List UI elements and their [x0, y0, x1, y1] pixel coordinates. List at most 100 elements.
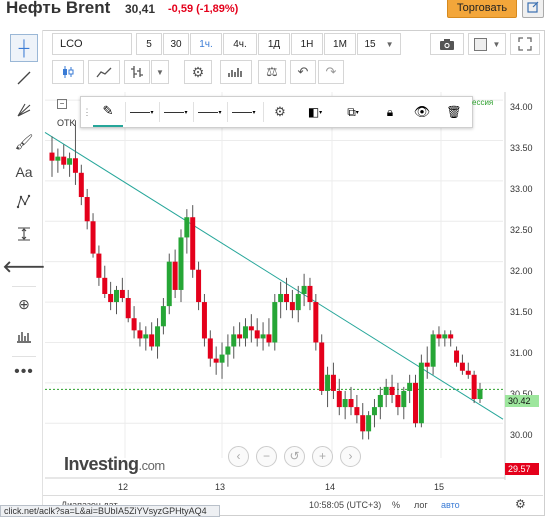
chart-type-dropdown[interactable]: ▼ [151, 60, 169, 84]
divider [159, 102, 160, 122]
crosshair-tool[interactable]: ┼ [10, 34, 38, 62]
line-width-dropdown[interactable]: ▾ [161, 97, 191, 127]
copy-icon: ⧉ [347, 104, 356, 119]
interval-dropdown[interactable]: 15 ▼ [357, 33, 401, 55]
interval-1d[interactable]: 1Д [258, 33, 290, 55]
redo-icon: ↷ [325, 64, 337, 79]
pattern-tool[interactable] [10, 188, 38, 216]
trendline-tool[interactable] [10, 64, 38, 92]
line-type-dropdown[interactable]: ▾ [195, 97, 225, 127]
indicators-icon [228, 68, 242, 77]
settings-button[interactable]: ⚙ [184, 60, 212, 84]
undo-button[interactable]: ↶ [290, 60, 316, 84]
pencil-button[interactable]: ✎ [93, 97, 123, 127]
zoom-tool[interactable]: ⊕ [10, 290, 38, 318]
undo-icon: ↶ [297, 64, 309, 79]
bars-button[interactable] [124, 60, 150, 84]
candles-button[interactable] [52, 60, 84, 84]
drawing-tools-sidebar: ┼ 🖌 Aa 🡐 ⊕ ••• [3, 30, 46, 514]
scroll-right-button[interactable]: › [340, 446, 361, 467]
symbol-input[interactable]: LCO [52, 33, 132, 55]
volume-tool[interactable] [10, 322, 38, 350]
chart-style-dropdown[interactable]: ▼ [468, 33, 506, 55]
legend-label: OTK [57, 118, 76, 128]
drag-handle-icon[interactable]: ⋮ [81, 97, 93, 127]
interval-4h[interactable]: 4ч. [223, 33, 257, 55]
line-style-icon [130, 111, 151, 113]
interval-1h[interactable]: 1ч. [190, 33, 222, 55]
auto-toggle[interactable]: авто [441, 500, 460, 510]
fib-tool[interactable] [10, 96, 38, 124]
camera-icon [440, 39, 454, 50]
area-chart-button[interactable] [88, 60, 120, 84]
text-icon: Aa [15, 164, 33, 180]
quote-header: Нефть Brent 30,41 -0,59 (-1,89%) Торгова… [0, 0, 550, 26]
caret-icon: ▾ [218, 109, 222, 116]
browser-status-url: click.net/aclk?sa=L&ai=BUbIA5ZiYVsyzGPHt… [0, 505, 220, 517]
interval-1w[interactable]: 1Н [291, 33, 323, 55]
trade-button[interactable]: Торговать [447, 0, 517, 18]
line-style-icon [164, 111, 185, 113]
symbol-text: LCO [60, 38, 83, 50]
brush-tool[interactable]: 🖌 [10, 128, 38, 156]
line-ends-dropdown[interactable]: ▾ [229, 97, 259, 127]
y-tick-label: 31.00 [510, 348, 533, 358]
interval-30[interactable]: 30 [163, 33, 189, 55]
measure-tool[interactable] [10, 220, 38, 248]
grip-dots: ⋮ [82, 106, 92, 117]
interval-label: 4ч. [233, 38, 247, 50]
interval-1m[interactable]: 1М [324, 33, 356, 55]
investing-logo: Investing.com [64, 454, 165, 475]
fullscreen-button[interactable] [510, 33, 540, 55]
y-tick-label: 34.00 [510, 102, 533, 112]
back-tool[interactable]: 🡐 [3, 252, 46, 280]
legend-collapse-icon[interactable]: − [57, 99, 67, 109]
log-toggle[interactable]: лог [414, 500, 428, 510]
clone-dropdown[interactable]: ⧉ ▾ [335, 97, 371, 127]
last-price: 30,41 [125, 2, 156, 16]
interval-5[interactable]: 5 [136, 33, 162, 55]
reset-icon: ↺ [289, 449, 300, 463]
zoom-in-icon: ⊕ [18, 295, 30, 312]
scales-icon: ⚖ [266, 64, 278, 79]
interval-label: 15 [364, 38, 376, 50]
y-tick-label: 32.00 [510, 266, 533, 276]
plus-icon: + [318, 449, 326, 463]
redo-button[interactable]: ↷ [318, 60, 344, 84]
eye-icon: 👁︎ [413, 104, 431, 119]
square-icon [473, 37, 487, 51]
x-tick-label: 12 [118, 482, 129, 492]
gear-icon: ⚙ [274, 104, 286, 119]
visibility-button[interactable]: 👁︎ [407, 97, 437, 127]
pencil-icon: ✎ [102, 103, 114, 118]
measure-icon [18, 227, 30, 241]
delete-button[interactable]: 🗑︎ [439, 97, 469, 127]
reset-button[interactable]: ↺ [284, 446, 305, 467]
lock-icon: 🔒︎ [386, 104, 394, 119]
chevron-down-icon: ▼ [156, 67, 164, 77]
more-tools[interactable]: ••• [10, 358, 38, 386]
scroll-left-button[interactable]: ‹ [228, 446, 249, 467]
line-color-dropdown[interactable]: ▾ [127, 97, 157, 127]
text-tool[interactable]: Aa [10, 158, 38, 186]
lock-button[interactable]: 🔒︎ [375, 97, 405, 127]
toolbar-divider [12, 286, 36, 287]
compare-button[interactable]: ⚖ [258, 60, 286, 84]
camera-button[interactable] [430, 33, 464, 55]
drawing-settings-button[interactable]: ⚙ [265, 97, 295, 127]
session-label: ессия [472, 98, 494, 107]
fill-dropdown[interactable]: ◧ ▾ [297, 97, 333, 127]
chevron-right-icon: › [348, 449, 353, 463]
interval-label: 5 [146, 38, 152, 50]
chevron-down-icon: ▼ [492, 39, 501, 49]
interval-label: 1Д [267, 38, 281, 50]
interval-label: 1Н [300, 38, 314, 50]
share-icon[interactable] [522, 0, 544, 18]
fibonacci-fan-icon [17, 103, 31, 117]
gear-icon[interactable]: ⚙ [515, 497, 526, 511]
zoom-in-button[interactable]: + [312, 446, 333, 467]
indicators-button[interactable] [220, 60, 252, 84]
percent-toggle[interactable]: % [392, 500, 400, 510]
brush-icon: 🖌 [14, 134, 34, 151]
zoom-out-button[interactable]: − [256, 446, 277, 467]
